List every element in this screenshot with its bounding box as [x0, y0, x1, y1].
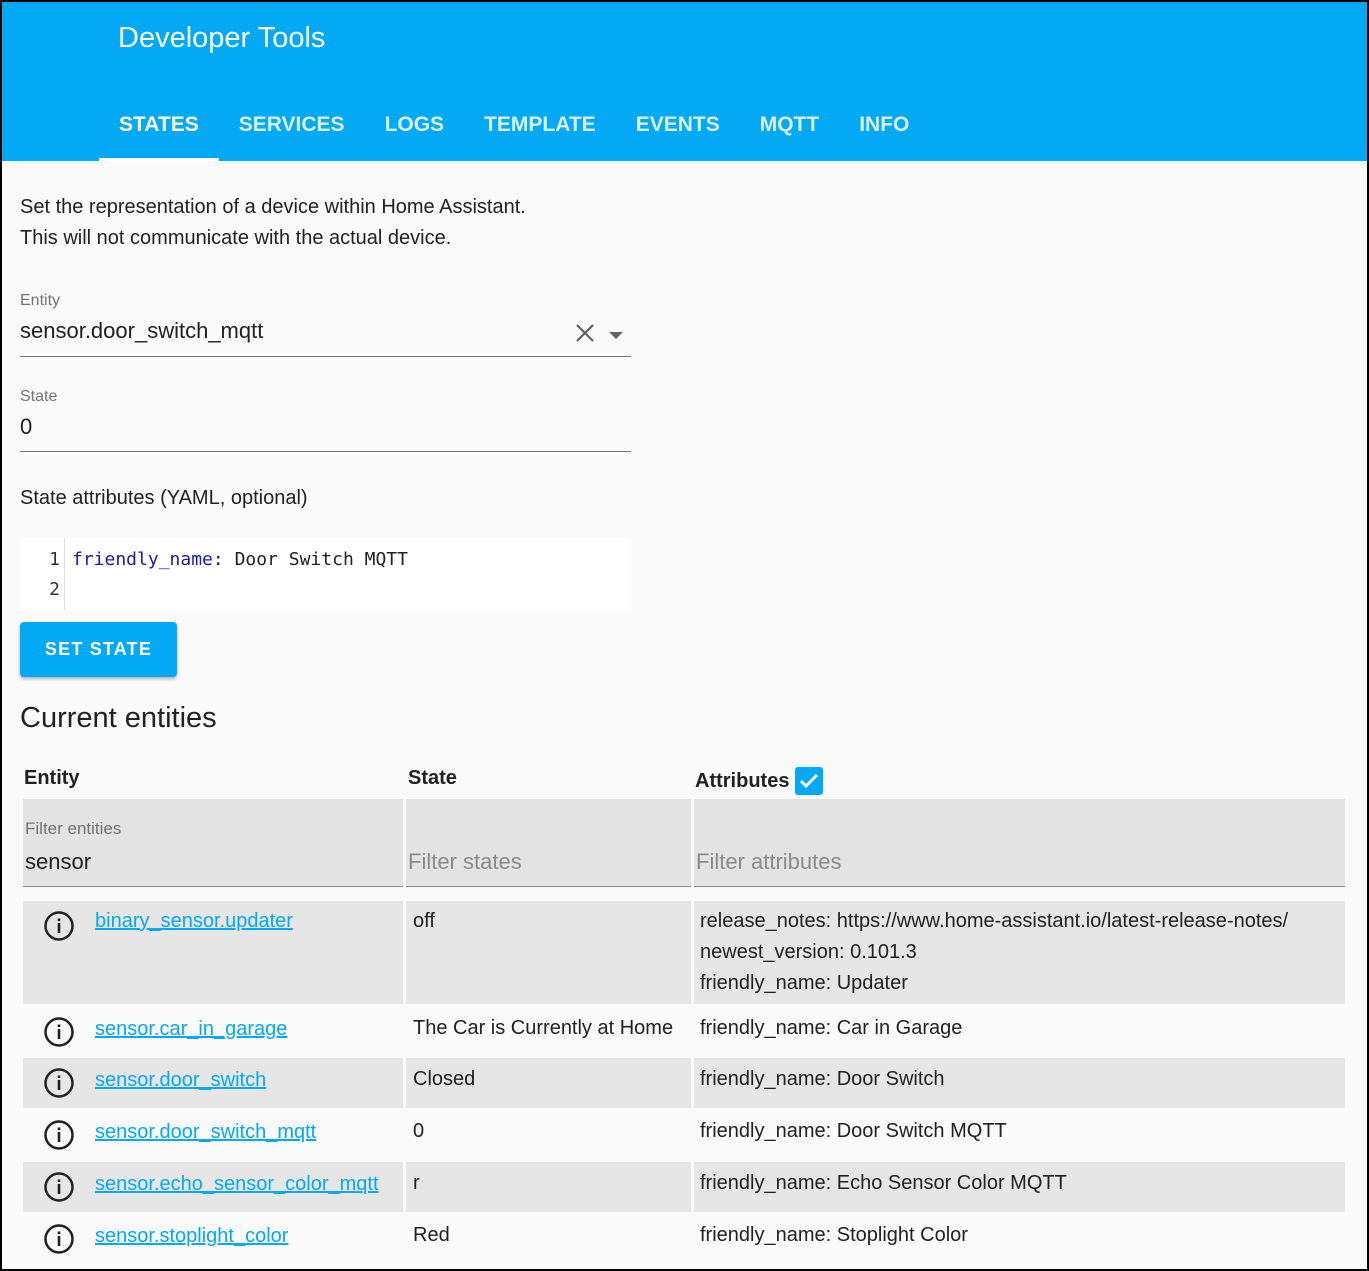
- attribute-line: friendly_name: Stoplight Color: [700, 1224, 968, 1246]
- table-row-attributes-cell: friendly_name: Door Switch: [694, 1058, 1345, 1108]
- state-field-value[interactable]: 0: [20, 414, 631, 440]
- table-row-attributes-cell: friendly_name: Stoplight Color: [694, 1214, 1345, 1264]
- yaml-key: friendly_name: [72, 549, 213, 570]
- info-circle-icon[interactable]: [43, 1223, 75, 1255]
- table-row-state-cell: r: [406, 1162, 691, 1212]
- tab-states[interactable]: STATES: [99, 102, 219, 161]
- tab-bar: STATES SERVICES LOGS TEMPLATE EVENTS MQT…: [99, 102, 929, 161]
- yaml-editor[interactable]: 1 2 friendly_name: Door Switch MQTT: [20, 538, 631, 610]
- table-row-state-cell: 0: [406, 1110, 691, 1160]
- state-value: off: [413, 910, 435, 932]
- code-line-2[interactable]: [72, 575, 408, 605]
- filter-entities-label: Filter entities: [25, 819, 122, 838]
- table-row-attributes-cell: friendly_name: Door Switch MQTT: [694, 1110, 1345, 1160]
- checkmark-icon: [800, 773, 819, 789]
- code-lines[interactable]: friendly_name: Door Switch MQTT: [72, 545, 408, 605]
- entity-link[interactable]: sensor.stoplight_color: [95, 1225, 288, 1248]
- line-number: 1: [49, 549, 60, 570]
- description: Set the representation of a device withi…: [20, 192, 526, 254]
- tab-logs[interactable]: LOGS: [365, 102, 465, 161]
- tab-info[interactable]: INFO: [839, 102, 929, 161]
- column-header-entity: Entity: [24, 767, 80, 789]
- attribute-line: release_notes: https://www.home-assistan…: [700, 910, 1289, 932]
- tab-events[interactable]: EVENTS: [616, 102, 740, 161]
- table-row-attributes-cell: release_notes: https://www.home-assistan…: [694, 901, 1345, 1004]
- description-line-1: Set the representation of a device withi…: [20, 196, 526, 218]
- info-circle-icon[interactable]: [43, 1067, 75, 1099]
- caret-down-icon[interactable]: [609, 327, 623, 345]
- table-row-state-cell: Red: [406, 1214, 691, 1264]
- state-value: 0: [413, 1120, 425, 1142]
- attribute-line: friendly_name: Car in Garage: [700, 1017, 963, 1039]
- column-header-state: State: [408, 767, 457, 789]
- attribute-line: newest_version: 0.101.3: [700, 941, 917, 963]
- state-value: r: [413, 1172, 420, 1194]
- info-circle-icon[interactable]: [43, 910, 75, 942]
- table-row-state-cell: The Car is Currently at Home: [406, 1006, 691, 1056]
- entity-field-value[interactable]: sensor.door_switch_mqtt: [20, 318, 631, 344]
- info-circle-icon[interactable]: [43, 1119, 75, 1151]
- entity-link[interactable]: sensor.door_switch: [95, 1069, 266, 1092]
- state-value: Closed: [413, 1068, 476, 1090]
- state-value: Red: [413, 1224, 450, 1246]
- tab-services[interactable]: SERVICES: [219, 102, 365, 161]
- page-title: Developer Tools: [118, 22, 326, 54]
- yaml-colon: :: [212, 549, 224, 570]
- filter-entities-field[interactable]: Filter entities sensor: [23, 799, 403, 887]
- entity-field-label: Entity: [20, 292, 61, 309]
- table-row-state-cell: Closed: [406, 1058, 691, 1108]
- table-row-state-cell: off: [406, 901, 691, 1004]
- attributes-label: State attributes (YAML, optional): [20, 487, 308, 509]
- line-numbers: 1 2: [20, 538, 65, 610]
- close-icon[interactable]: [575, 323, 595, 348]
- entity-link[interactable]: sensor.echo_sensor_color_mqtt: [95, 1173, 379, 1196]
- entity-link[interactable]: sensor.car_in_garage: [95, 1018, 287, 1041]
- attribute-line: friendly_name: Updater: [700, 972, 908, 994]
- code-line-1[interactable]: friendly_name: Door Switch MQTT: [72, 545, 408, 575]
- attribute-line: friendly_name: Echo Sensor Color MQTT: [700, 1172, 1067, 1194]
- info-circle-icon[interactable]: [43, 1016, 75, 1048]
- filter-attributes-field[interactable]: Filter attributes: [694, 799, 1345, 887]
- filter-states-placeholder[interactable]: Filter states: [408, 849, 522, 875]
- state-field[interactable]: State 0: [20, 388, 631, 452]
- column-header-attributes: Attributes: [695, 767, 824, 795]
- description-line-2: This will not communicate with the actua…: [20, 227, 452, 249]
- attributes-checkbox[interactable]: [795, 767, 824, 795]
- state-value: The Car is Currently at Home: [413, 1017, 674, 1039]
- entity-link[interactable]: sensor.door_switch_mqtt: [95, 1121, 316, 1144]
- table-row-entity-cell: binary_sensor.updater: [23, 901, 403, 1004]
- set-state-button[interactable]: SET STATE: [20, 622, 177, 677]
- table-row-attributes-cell: friendly_name: Car in Garage: [694, 1006, 1345, 1056]
- filter-states-field[interactable]: Filter states: [406, 799, 691, 887]
- state-field-label: State: [20, 388, 58, 405]
- table-row-entity-cell: sensor.car_in_garage: [23, 1006, 403, 1056]
- table-row-entity-cell: sensor.echo_sensor_color_mqtt: [23, 1162, 403, 1212]
- table-row-entity-cell: sensor.stoplight_color: [23, 1214, 403, 1264]
- current-entities-title: Current entities: [20, 702, 217, 734]
- line-number: 2: [49, 579, 60, 600]
- filter-attributes-placeholder[interactable]: Filter attributes: [696, 849, 842, 875]
- entity-field[interactable]: Entity sensor.door_switch_mqtt: [20, 292, 631, 357]
- attributes-header-label: Attributes: [695, 769, 790, 792]
- info-circle-icon[interactable]: [43, 1171, 75, 1203]
- table-row-entity-cell: sensor.door_switch_mqtt: [23, 1110, 403, 1160]
- table-row-entity-cell: sensor.door_switch: [23, 1058, 403, 1108]
- filter-entities-value[interactable]: sensor: [25, 849, 91, 875]
- tab-template[interactable]: TEMPLATE: [464, 102, 616, 161]
- entity-link[interactable]: binary_sensor.updater: [95, 910, 293, 933]
- app-header: Developer Tools STATES SERVICES LOGS TEM…: [2, 2, 1367, 161]
- tab-mqtt[interactable]: MQTT: [740, 102, 839, 161]
- yaml-value: Door Switch MQTT: [223, 549, 408, 570]
- table-row-attributes-cell: friendly_name: Echo Sensor Color MQTT: [694, 1162, 1345, 1212]
- attribute-line: friendly_name: Door Switch MQTT: [700, 1120, 1007, 1142]
- attribute-line: friendly_name: Door Switch: [700, 1068, 945, 1090]
